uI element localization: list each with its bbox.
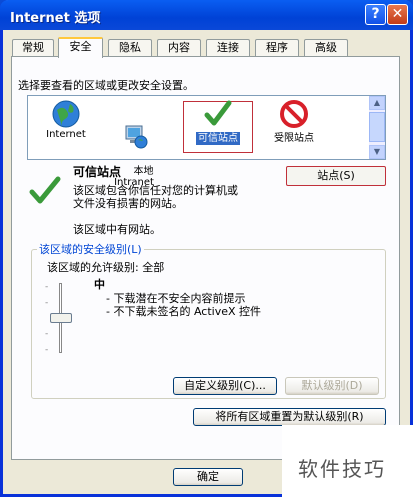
tab-general[interactable]: 常规 — [12, 39, 54, 56]
zone-internet-label: Internet — [46, 129, 86, 140]
trusted-checkmark-icon — [29, 176, 61, 204]
slider-tick: - — [45, 329, 49, 339]
zone-restricted-sites[interactable]: 受限站点 — [266, 99, 322, 144]
scroll-up-icon[interactable]: ▲ — [369, 96, 385, 110]
close-button[interactable]: ✕ — [387, 4, 408, 25]
zone-description: 该区域包含你信任对您的计算机或 文件没有损害的网站。 — [73, 184, 238, 210]
tab-content[interactable]: 内容 — [157, 39, 201, 56]
scroll-thumb[interactable] — [369, 112, 385, 142]
zone-trusted-label: 可信站点 — [196, 132, 240, 145]
tab-programs[interactable]: 程序 — [255, 39, 299, 56]
slider-tick: - — [45, 298, 49, 308]
zone-prompt: 选择要查看的区域或更改安全设置。 — [18, 79, 194, 92]
tab-advanced[interactable]: 高级 — [304, 39, 348, 56]
restricted-icon — [280, 100, 308, 128]
tab-privacy[interactable]: 隐私 — [108, 39, 152, 56]
intranet-icon — [125, 125, 148, 149]
security-level-bullet: - 下载潜在不安全内容前提示 — [106, 292, 246, 305]
zone-internet[interactable]: Internet — [36, 99, 96, 140]
custom-level-button[interactable]: 自定义级别(C)... — [173, 377, 277, 395]
checkmark-icon — [204, 100, 232, 126]
security-level-bullet: - 不下载未签名的 ActiveX 控件 — [106, 305, 262, 318]
zone-description-line1: 该区域包含你信任对您的计算机或 — [73, 184, 238, 197]
allowed-level-text: 该区域的允许级别: 全部 — [47, 261, 165, 274]
sites-button[interactable]: 站点(S) — [286, 166, 386, 186]
globe-icon — [52, 100, 80, 128]
slider-tick: - — [45, 282, 49, 292]
slider-tick: - — [45, 345, 49, 355]
tab-security[interactable]: 安全 — [58, 37, 103, 58]
window-title: Internet 选项 — [10, 11, 101, 26]
zone-restricted-label: 受限站点 — [274, 133, 314, 144]
zone-description-line2: 文件没有损害的网站。 — [73, 197, 183, 210]
default-level-button[interactable]: 默认级别(D) — [285, 377, 379, 395]
reset-all-zones-button[interactable]: 将所有区域重置为默认级别(R) — [193, 408, 386, 426]
selected-zone-title: 可信站点 — [73, 165, 122, 179]
zone-list[interactable]: Internet 本地 Intranet 可信站点 受限站点 ▲ ▼ — [27, 95, 386, 188]
security-level-details: - 下载潜在不安全内容前提示 - 不下载未签名的 ActiveX 控件 — [106, 292, 261, 318]
watermark-text: 软件技巧 — [298, 457, 386, 481]
internet-options-dialog: Internet 选项 ? ✕ 常规 安全 隐私 内容 连接 程序 高级 选择要… — [0, 0, 413, 497]
zone-list-scrollbar[interactable]: ▲ ▼ — [369, 96, 385, 159]
title-bar[interactable]: Internet 选项 ? ✕ — [0, 0, 413, 30]
security-level-name: 中 — [94, 278, 105, 291]
security-level-slider-thumb[interactable] — [50, 313, 72, 323]
zone-sites-note: 该区域中有网站。 — [73, 223, 161, 236]
security-level-group-title: 该区域的安全级别(L) — [37, 241, 144, 257]
scroll-down-icon[interactable]: ▼ — [369, 145, 385, 159]
zone-trusted-sites[interactable]: 可信站点 — [186, 99, 250, 145]
help-button[interactable]: ? — [365, 4, 386, 25]
tab-connections[interactable]: 连接 — [206, 39, 250, 56]
ok-button[interactable]: 确定 — [173, 468, 243, 486]
